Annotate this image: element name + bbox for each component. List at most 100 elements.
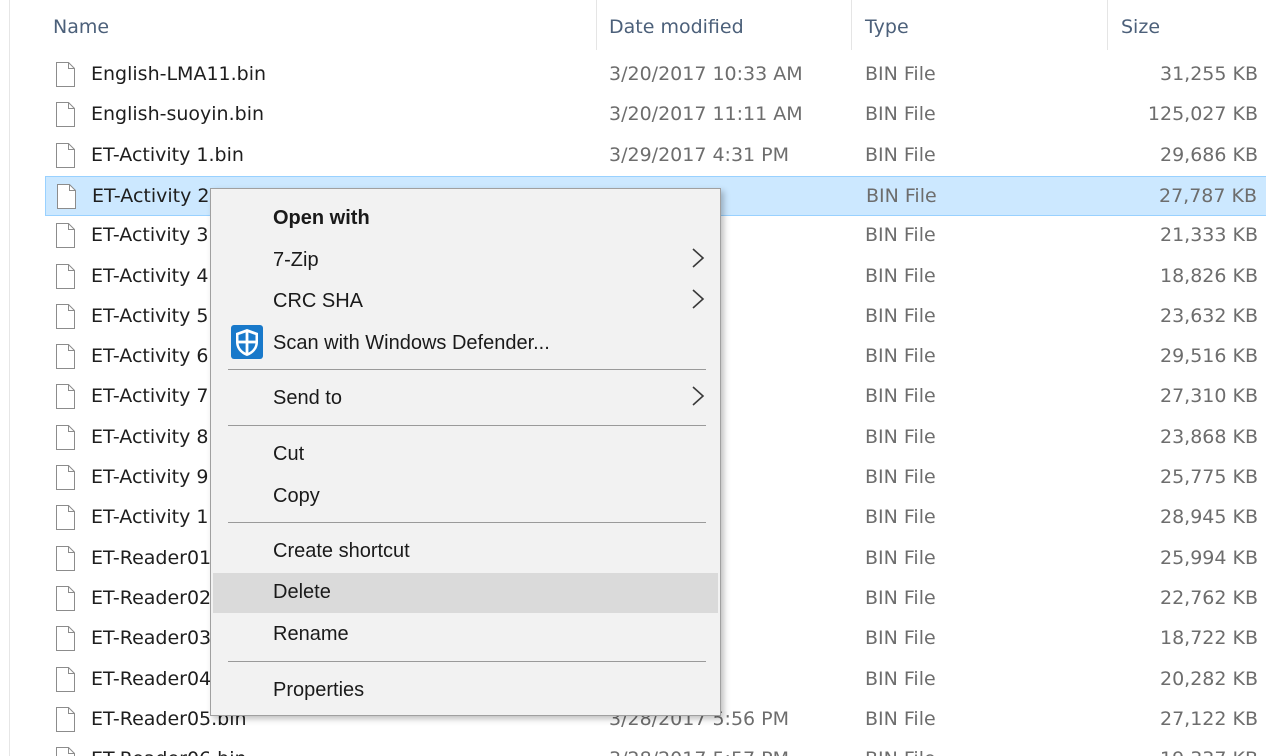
- file-name: ET-Activity 3: [91, 224, 209, 247]
- menu-item-label: Cut: [273, 443, 305, 465]
- submenu-chevron-right-icon: [690, 284, 706, 314]
- menu-item-crc-sha[interactable]: CRC SHA: [213, 282, 718, 322]
- file-size: 20,282 KB: [1159, 667, 1258, 690]
- file-type: BIN File: [865, 586, 936, 609]
- file-size: 29,516 KB: [1159, 345, 1258, 368]
- file-name: ET-Reader03: [91, 627, 212, 650]
- file-name: ET-Activity 1: [91, 506, 209, 529]
- file-explorer-window: ^ Name Date modified Type Size English-L…: [0, 0, 1266, 756]
- file-icon: [56, 626, 75, 652]
- file-row[interactable]: ET-Reader06.bin 3/28/2017 5:57 PM BIN File…: [45, 740, 1266, 756]
- file-icon: [56, 666, 75, 692]
- file-icon: [56, 263, 75, 289]
- file-row[interactable]: English-suoyin.bin 3/20/2017 11:11 AM BIN …: [45, 95, 1266, 135]
- menu-item-label: Properties: [273, 679, 365, 701]
- file-type: BIN File: [865, 304, 936, 327]
- file-size: 25,775 KB: [1159, 466, 1258, 488]
- menu-separator: [228, 661, 706, 662]
- file-icon: [56, 303, 75, 329]
- file-date-modified: 3/20/2017 11:11 AM: [609, 103, 803, 126]
- file-name: ET-Activity 1.bin: [91, 143, 244, 166]
- file-type: BIN File: [865, 224, 936, 247]
- column-divider[interactable]: [596, 0, 597, 50]
- file-icon: [57, 183, 76, 209]
- file-type: BIN File: [866, 184, 937, 207]
- file-type: BIN File: [865, 546, 936, 569]
- menu-separator: [228, 369, 706, 370]
- file-name: ET-Activity 9: [91, 466, 209, 488]
- file-type: BIN File: [865, 506, 936, 529]
- file-size: 29,686 KB: [1159, 143, 1258, 166]
- file-icon: [56, 223, 75, 249]
- column-header-type[interactable]: Type: [865, 16, 909, 38]
- file-row[interactable]: English-LMA11.bin 3/20/2017 10:33 AM BIN F…: [45, 55, 1266, 95]
- menu-item-label: Rename: [273, 623, 349, 645]
- column-header-name[interactable]: Name: [53, 16, 109, 38]
- file-name: ET-Activity 6: [91, 345, 209, 368]
- file-size: 125,027 KB: [1147, 103, 1258, 126]
- sort-indicator-icon: ^: [312, 0, 324, 10]
- file-type: BIN File: [865, 103, 936, 126]
- file-name: ET-Activity 5: [91, 304, 209, 327]
- menu-item-scan-with-windows-defender[interactable]: Scan with Windows Defender...: [213, 324, 718, 364]
- column-header-bar: ^ Name Date modified Type Size: [0, 0, 1266, 58]
- menu-item-label: Create shortcut: [273, 540, 410, 562]
- column-divider[interactable]: [1107, 0, 1108, 50]
- menu-item-properties[interactable]: Properties: [213, 671, 718, 711]
- file-name: ET-Activity 8: [91, 425, 209, 448]
- menu-item-label: Copy: [273, 485, 320, 507]
- navigation-pane-edge: [0, 0, 10, 756]
- file-icon: [56, 62, 75, 87]
- column-header-date-modified[interactable]: Date modified: [609, 16, 744, 38]
- file-icon: [56, 344, 75, 370]
- column-header-size[interactable]: Size: [1121, 16, 1160, 38]
- file-date-modified: 3/29/2017 4:31 PM: [609, 143, 790, 166]
- file-size: 28,945 KB: [1159, 506, 1258, 529]
- file-size: 27,787 KB: [1158, 184, 1257, 207]
- file-name: ET-Reader02: [91, 586, 212, 609]
- file-type: BIN File: [865, 627, 936, 650]
- context-menu: Open with 7-Zip CRC SHA Scan with Windows D…: [210, 188, 721, 716]
- file-icon: [56, 585, 75, 611]
- file-size: 25,994 KB: [1159, 546, 1258, 569]
- file-name: ET-Reader04: [91, 667, 212, 690]
- menu-item-create-shortcut[interactable]: Create shortcut: [213, 532, 718, 572]
- file-icon: [56, 142, 75, 168]
- file-type: BIN File: [865, 466, 936, 488]
- file-type: BIN File: [865, 264, 936, 287]
- file-icon: [56, 465, 75, 490]
- file-date-modified: 3/20/2017 10:33 AM: [609, 63, 803, 85]
- file-icon: [56, 424, 75, 450]
- file-name: ET-Activity 7: [91, 385, 209, 408]
- file-icon: [56, 545, 75, 571]
- column-divider[interactable]: [851, 0, 852, 50]
- file-type: BIN File: [865, 385, 936, 408]
- file-row[interactable]: ET-Activity 1.bin 3/29/2017 4:31 PM BIN Fi…: [45, 136, 1266, 176]
- menu-item-open-with[interactable]: Open with: [213, 199, 718, 239]
- file-type: BIN File: [865, 143, 936, 166]
- menu-item-label: Send to: [273, 387, 342, 409]
- menu-item-label: CRC SHA: [273, 290, 364, 312]
- file-size: 23,632 KB: [1159, 304, 1258, 327]
- file-type: BIN File: [865, 345, 936, 368]
- menu-item-label: Scan with Windows Defender...: [273, 332, 550, 354]
- menu-item-label: Open with: [273, 207, 370, 229]
- file-date-modified: 3/28/2017 5:57 PM: [609, 747, 789, 756]
- menu-item-copy[interactable]: Copy: [213, 477, 718, 517]
- menu-item-send-to[interactable]: Send to: [213, 379, 718, 419]
- file-size: 31,255 KB: [1159, 63, 1258, 85]
- file-type: BIN File: [865, 747, 936, 756]
- file-name: ET-Reader06.bin: [91, 747, 247, 756]
- file-name: English-LMA11.bin: [91, 63, 267, 85]
- submenu-chevron-right-icon: [690, 381, 706, 411]
- menu-item-rename[interactable]: Rename: [213, 615, 718, 655]
- menu-item-label: 7-Zip: [273, 249, 319, 271]
- file-name: ET-Reader01: [91, 546, 212, 569]
- menu-item-delete[interactable]: Delete: [213, 573, 718, 613]
- windows-defender-shield-icon: [229, 324, 265, 360]
- menu-item-cut[interactable]: Cut: [213, 435, 718, 475]
- submenu-chevron-right-icon: [690, 243, 706, 273]
- file-icon: [56, 384, 75, 410]
- file-icon: [56, 706, 75, 732]
- menu-item-7-zip[interactable]: 7-Zip: [213, 241, 718, 281]
